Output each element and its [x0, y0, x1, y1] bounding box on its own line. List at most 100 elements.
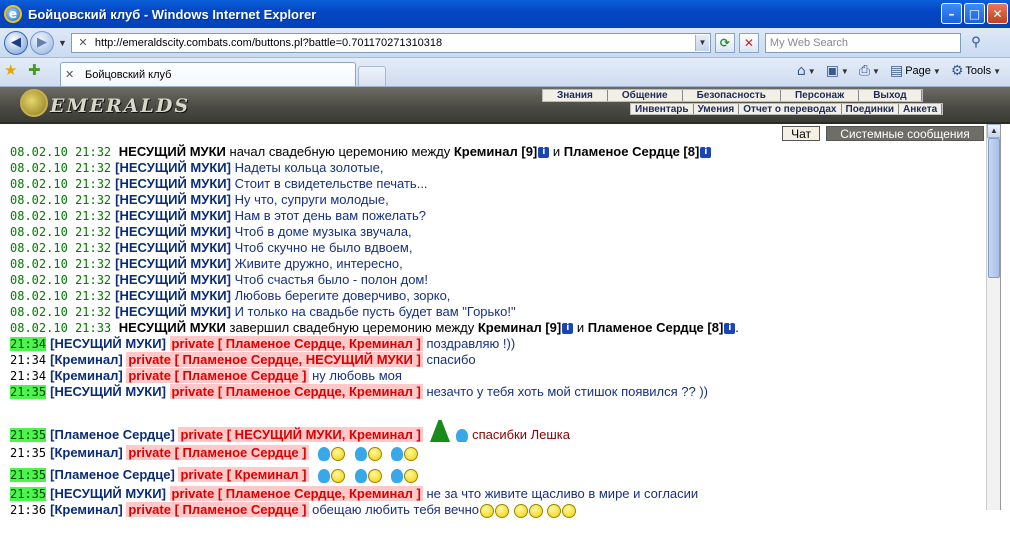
submenu-inventory[interactable]: Инвентарь: [631, 104, 694, 115]
nick[interactable]: [Пламеное Сердце]: [50, 427, 175, 442]
nick[interactable]: [НЕСУЩИЙ МУКИ]: [115, 224, 231, 239]
submenu-profile[interactable]: Анкета: [899, 104, 943, 115]
private-recipients[interactable]: private [ НЕСУЩИЙ МУКИ, Креминал ]: [178, 427, 423, 442]
nick[interactable]: [НЕСУЩИЙ МУКИ]: [115, 192, 231, 207]
system-nick[interactable]: НЕСУЩИЙ МУКИ: [119, 144, 226, 159]
message: обещаю любить тебя вечно: [312, 502, 479, 517]
printer-icon: ⎙: [858, 63, 871, 79]
menu-communication[interactable]: Общение: [608, 90, 683, 101]
smiley-icon: [331, 446, 346, 461]
info-icon[interactable]: i: [724, 323, 736, 335]
nick[interactable]: [НЕСУЩИЙ МУКИ]: [115, 304, 231, 319]
nick[interactable]: [НЕСУЩИЙ МУКИ]: [115, 240, 231, 255]
private-recipients[interactable]: private [ Пламеное Сердце ]: [126, 502, 309, 517]
stop-button[interactable]: ✕: [738, 32, 759, 53]
message: И только на свадьбе пусть будет вам "Гор…: [234, 304, 516, 319]
minimize-button[interactable]: –: [941, 3, 962, 24]
nick[interactable]: [НЕСУЩИЙ МУКИ]: [115, 176, 231, 191]
info-icon[interactable]: i: [538, 147, 550, 159]
back-button[interactable]: ◀: [4, 30, 28, 55]
nick[interactable]: [НЕСУЩИЙ МУКИ]: [50, 336, 166, 351]
chat-line-private: 21:34 [Креминал] private [ Пламеное Сердц…: [10, 368, 986, 384]
private-recipients[interactable]: private [ Пламеное Сердце, Креминал ]: [169, 336, 423, 351]
forward-button[interactable]: ▶: [30, 30, 54, 55]
favorites-star-icon[interactable]: ★: [4, 61, 22, 83]
site-favicon-icon: ✕: [78, 35, 88, 49]
refresh-button[interactable]: ⟳: [714, 32, 735, 53]
tools-menu[interactable]: ⚙ Tools ▼: [948, 61, 1004, 81]
new-tab-button[interactable]: [358, 66, 386, 86]
participant-1[interactable]: Креминал [9]: [454, 144, 537, 159]
feeds-button[interactable]: ▣ ▼: [823, 61, 852, 81]
timestamp: 08.02.10 21:32: [10, 241, 112, 255]
chat-line: 08.02.10 21:32 [НЕСУЩИЙ МУКИ] Любовь бере…: [10, 288, 986, 304]
chat-line-private: 21:35 [НЕСУЩИЙ МУКИ] private [ Пламеное С…: [10, 384, 986, 400]
submenu-transfers[interactable]: Отчет о переводах: [739, 104, 842, 115]
info-icon[interactable]: i: [562, 323, 574, 335]
maximize-button[interactable]: □: [964, 3, 985, 24]
submenu-skills[interactable]: Умения: [694, 104, 740, 115]
tab-chat[interactable]: Чат: [782, 126, 820, 141]
and-text: и: [576, 320, 585, 335]
nick[interactable]: [Креминал]: [50, 502, 123, 517]
timestamp: 21:35: [10, 385, 47, 399]
participant-1[interactable]: Креминал [9]: [478, 320, 561, 335]
nick[interactable]: [Пламеное Сердце]: [50, 467, 175, 482]
menu-security[interactable]: Безопасность: [683, 90, 781, 101]
chat-line-private: 21:35 [Пламеное Сердце] private [ НЕСУЩИЙ…: [10, 420, 986, 442]
tab-system-messages[interactable]: Системные сообщения: [826, 126, 984, 141]
search-input[interactable]: My Web Search: [764, 32, 961, 53]
address-toolbar: ◀ ▶ ▼ ✕ http://emeraldscity.combats.com/…: [0, 28, 1010, 58]
message: Чтоб счастья было - полон дом!: [234, 272, 428, 287]
print-button[interactable]: ⎙ ▼: [856, 61, 883, 81]
menu-exit[interactable]: Выход: [859, 90, 922, 101]
private-recipients[interactable]: private [ Креминал ]: [178, 467, 309, 482]
info-icon[interactable]: i: [700, 147, 712, 159]
nick[interactable]: [Креминал]: [50, 352, 123, 367]
nick[interactable]: [НЕСУЩИЙ МУКИ]: [115, 272, 231, 287]
nick[interactable]: [НЕСУЩИЙ МУКИ]: [115, 256, 231, 271]
chat-tabs: Чат Системные сообщения: [782, 126, 984, 141]
page-menu[interactable]: ▤ Page ▼: [887, 61, 944, 81]
top-menu: Знания Общение Безопасность Персонаж Вых…: [542, 89, 923, 102]
side-panel: [1000, 124, 1010, 510]
private-recipients[interactable]: private [ Пламеное Сердце ]: [126, 368, 309, 383]
chat-scrollbar[interactable]: ▲: [986, 124, 1001, 510]
participant-2[interactable]: Пламеное Сердце [8]: [564, 144, 700, 159]
smiley-icon: [547, 503, 562, 518]
system-text: завершил свадебную церемонию между: [229, 320, 475, 335]
close-button[interactable]: ✕: [987, 3, 1008, 24]
private-recipients[interactable]: private [ Пламеное Сердце, Креминал ]: [169, 384, 423, 399]
private-recipients[interactable]: private [ Пламеное Сердце ]: [126, 445, 309, 460]
submenu-fights[interactable]: Поединки: [842, 104, 900, 115]
address-field[interactable]: ✕ http://emeraldscity.combats.com/button…: [70, 32, 711, 53]
add-favorites-icon[interactable]: ✚: [28, 61, 46, 83]
scrollbar-thumb[interactable]: [988, 138, 1000, 278]
kissing-birds-smiley-icon: [318, 446, 331, 461]
system-text: начал свадебную церемонию между: [229, 144, 451, 159]
search-icon[interactable]: ⚲: [965, 33, 987, 53]
nick[interactable]: [Креминал]: [50, 445, 123, 460]
home-button[interactable]: ⌂ ▼: [794, 61, 819, 81]
window-titlebar: e Бойцовский клуб - Windows Internet Exp…: [0, 0, 1010, 28]
system-nick[interactable]: НЕСУЩИЙ МУКИ: [119, 320, 226, 335]
nick[interactable]: [Креминал]: [50, 368, 123, 383]
nick[interactable]: [НЕСУЩИЙ МУКИ]: [115, 288, 231, 303]
tab-active[interactable]: ✕ Бойцовский клуб: [60, 62, 356, 86]
menu-character[interactable]: Персонаж: [781, 90, 860, 101]
chat-line: 08.02.10 21:32 [НЕСУЩИЙ МУКИ] Ну что, суп…: [10, 192, 986, 208]
nick[interactable]: [НЕСУЩИЙ МУКИ]: [50, 486, 166, 501]
nick[interactable]: [НЕСУЩИЙ МУКИ]: [115, 160, 231, 175]
private-recipients[interactable]: private [ Пламеное Сердце, НЕСУЩИЙ МУКИ …: [126, 352, 423, 367]
history-dropdown-icon[interactable]: ▼: [58, 38, 67, 48]
chat-line: 08.02.10 21:32 [НЕСУЩИЙ МУКИ] Стоит в сви…: [10, 176, 986, 192]
nick[interactable]: [НЕСУЩИЙ МУКИ]: [50, 384, 166, 399]
nick[interactable]: [НЕСУЩИЙ МУКИ]: [115, 208, 231, 223]
private-recipients[interactable]: private [ Пламеное Сердце, Креминал ]: [169, 486, 423, 501]
tab-favicon-icon: ✕: [65, 68, 75, 81]
scroll-up-icon[interactable]: ▲: [987, 124, 1001, 138]
address-dropdown-icon[interactable]: ▼: [694, 34, 709, 51]
timestamp: 08.02.10 21:32: [10, 273, 112, 287]
participant-2[interactable]: Пламеное Сердце [8]: [588, 320, 724, 335]
menu-knowledge[interactable]: Знания: [543, 90, 608, 101]
